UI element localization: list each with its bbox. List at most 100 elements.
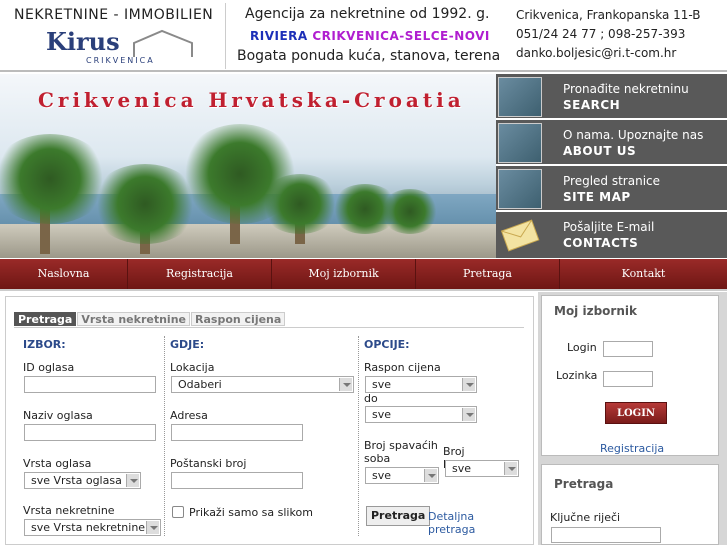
logo-top-text: NEKRETNINE - IMMOBILIEN [14, 7, 214, 23]
password-input[interactable] [603, 371, 653, 387]
chevron-down-icon [462, 408, 475, 421]
col-header-izbor: IZBOR: [23, 338, 66, 351]
side-item-label: ABOUT US [563, 144, 637, 158]
side-item-sitemap[interactable]: Pregled stranice SITE MAP [496, 166, 727, 212]
search-form: IZBOR: GDJE: OPCIJE: ID oglasa Naziv ogl… [14, 327, 524, 546]
title-input[interactable] [24, 424, 156, 441]
nav-home[interactable]: Naslovna [0, 259, 128, 289]
tab-price-range[interactable]: Raspon cijena [191, 312, 286, 326]
contact-address: Crikvenica, Frankopanska 11-B [516, 8, 701, 22]
title-label: Naziv oglasa [23, 409, 93, 422]
price-to-label: do [364, 392, 378, 405]
side-item-label: CONTACTS [563, 236, 639, 250]
chevron-down-icon [424, 469, 437, 482]
logo-name: Kirus [46, 27, 120, 56]
password-label: Lozinka [556, 369, 598, 382]
search-button[interactable]: Pretraga [366, 506, 431, 526]
tagline-riviera-word: RIVIERA [250, 29, 308, 43]
nav-search[interactable]: Pretraga [416, 259, 560, 289]
search-panel: Pretraga Vrsta nekretnine Raspon cijena IZ… [5, 296, 534, 545]
bedrooms-select[interactable]: sve [365, 467, 439, 484]
price-range-label: Raspon cijena [364, 361, 441, 374]
logo-mark: Kirus CRIKVENICA [40, 27, 200, 67]
quick-search-title: Pretraga [554, 477, 614, 491]
advanced-search-link[interactable]: Detaljna pretraga [428, 510, 524, 536]
nav-contact[interactable]: Kontakt [560, 259, 727, 289]
col-header-opcije: OPCIJE: [364, 338, 410, 351]
keywords-label: Ključne riječi [550, 511, 621, 524]
side-item-caption: Pronađite nekretninu [563, 82, 689, 96]
tagline-offer: Bogata ponuda kuća, stanova, terena [237, 48, 501, 64]
keywords-input[interactable] [551, 527, 661, 543]
tagline-places: CRIKVENICA-SELCE-NOVI [312, 29, 490, 43]
column-divider [358, 336, 359, 536]
property-type-label: Vrsta nekretnine [23, 504, 115, 517]
listing-type-label: Vrsta oglasa [23, 457, 92, 470]
right-sidebar: Moj izbornik Login Lozinka LOGIN Registr… [538, 292, 727, 545]
side-item-caption: Pošaljite E-mail [563, 220, 655, 234]
house-roof-icon [133, 29, 193, 57]
side-item-about[interactable]: O nama. Upoznajte nas ABOUT US [496, 120, 727, 166]
envelope-icon [500, 219, 540, 252]
property-type-select[interactable]: sve Vrsta nekretnine [24, 519, 161, 536]
location-value: Odaberi [178, 378, 222, 391]
listing-type-select[interactable]: sve Vrsta oglasa [24, 472, 141, 489]
chevron-down-icon [146, 521, 159, 534]
search-thumbnail-icon [498, 77, 542, 117]
sitemap-thumbnail-icon [498, 169, 542, 209]
chevron-down-icon [462, 378, 475, 391]
tagline-agency: Agencija za nekretnine od 1992. g. [245, 6, 490, 22]
tab-search[interactable]: Pretraga [14, 312, 77, 326]
location-select[interactable]: Odaberi [171, 376, 354, 393]
bathrooms-select[interactable]: sve [445, 460, 519, 477]
logo[interactable]: NEKRETNINE - IMMOBILIEN Kirus CRIKVENICA [6, 3, 226, 69]
register-link[interactable]: Registracija [600, 442, 664, 455]
banner-image: Crikvenica Hrvatska-Croatia [0, 74, 496, 258]
palm-tree [260, 174, 340, 234]
photos-only-label: Prikaži samo sa slikom [189, 506, 313, 519]
contact-phones: 051/24 24 77 ; 098-257-393 [516, 27, 686, 41]
contact-email[interactable]: danko.boljesic@ri.t-com.hr [516, 46, 676, 60]
side-item-label: SITE MAP [563, 190, 631, 204]
banner-title: Crikvenica Hrvatska-Croatia [38, 88, 465, 112]
id-input[interactable] [24, 376, 156, 393]
tab-property-type[interactable]: Vrsta nekretnine [77, 312, 190, 326]
side-item-label: SEARCH [563, 98, 621, 112]
palm-tree [380, 189, 440, 234]
col-header-gdje: GDJE: [170, 338, 205, 351]
side-menu: Pronađite nekretninu SEARCH O nama. Upoz… [496, 74, 727, 258]
location-label: Lokacija [170, 361, 215, 374]
price-from-select[interactable]: sve [365, 376, 477, 393]
address-label: Adresa [170, 409, 208, 422]
site-header: NEKRETNINE - IMMOBILIEN Kirus CRIKVENICA… [0, 0, 727, 72]
photos-only-checkbox[interactable] [172, 506, 184, 518]
about-thumbnail-icon [498, 123, 542, 163]
price-to-select[interactable]: sve [365, 406, 477, 423]
chevron-down-icon [339, 378, 352, 391]
nav-my-menu[interactable]: Moj izbornik [272, 259, 416, 289]
quick-search-box: Pretraga Ključne riječi [541, 464, 719, 545]
login-box-title: Moj izbornik [554, 304, 637, 318]
login-label: Login [567, 341, 597, 354]
side-item-caption: Pregled stranice [563, 174, 661, 188]
column-divider [164, 336, 165, 536]
bathrooms-value: sve [452, 462, 472, 475]
nav-register[interactable]: Registracija [128, 259, 272, 289]
side-item-contacts[interactable]: Pošaljite E-mail CONTACTS [496, 212, 727, 258]
postal-code-input[interactable] [171, 472, 303, 489]
bedrooms-value: sve [372, 469, 392, 482]
bedrooms-label: Broj spavaćih [364, 439, 438, 452]
bedrooms-label-line2: soba [364, 452, 391, 465]
listing-type-value: sve Vrsta oglasa [31, 474, 122, 487]
tagline-riviera: RIVIERA CRIKVENICA-SELCE-NOVI [250, 29, 490, 43]
chevron-down-icon [504, 462, 517, 475]
login-button[interactable]: LOGIN [605, 402, 667, 424]
property-type-value: sve Vrsta nekretnine [31, 521, 146, 534]
login-input[interactable] [603, 341, 653, 357]
price-to-value: sve [372, 408, 392, 421]
main-nav: Naslovna Registracija Moj izbornik Pretr… [0, 259, 727, 291]
side-item-search[interactable]: Pronađite nekretninu SEARCH [496, 74, 727, 120]
login-box: Moj izbornik Login Lozinka LOGIN Registr… [541, 295, 719, 456]
address-input[interactable] [171, 424, 303, 441]
price-from-value: sve [372, 378, 392, 391]
